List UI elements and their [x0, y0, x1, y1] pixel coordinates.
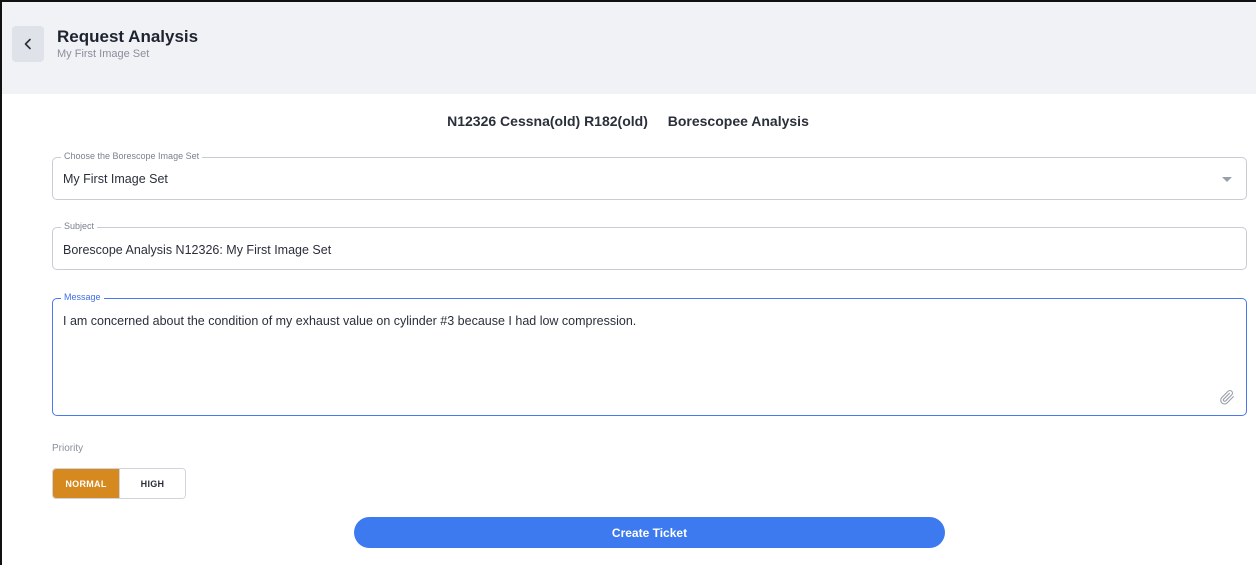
paperclip-icon[interactable]: [1218, 388, 1236, 406]
message-field[interactable]: Message I am concerned about the conditi…: [52, 292, 1247, 416]
subject-label: Subject: [61, 221, 98, 231]
page-header: Request Analysis My First Image Set: [2, 2, 1256, 94]
page-subtitle: My First Image Set: [57, 48, 150, 60]
aircraft-name: N12326 Cessna(old) R182(old): [447, 113, 648, 129]
message-label: Message: [61, 292, 104, 302]
chevron-left-icon: [24, 38, 31, 50]
priority-normal-button[interactable]: NORMAL: [53, 469, 119, 498]
aircraft-heading: N12326 Cessna(old) R182(old) Borescopee …: [0, 113, 1256, 129]
priority-label: Priority: [52, 443, 84, 454]
priority-toggle: NORMAL HIGH: [52, 468, 186, 499]
image-set-value: My First Image Set: [63, 172, 168, 186]
subject-value[interactable]: Borescope Analysis N12326: My First Imag…: [63, 243, 331, 257]
back-button[interactable]: [12, 26, 44, 62]
caret-down-icon[interactable]: [1222, 177, 1232, 182]
create-ticket-button[interactable]: Create Ticket: [354, 517, 945, 548]
image-set-label: Choose the Borescope Image Set: [61, 151, 203, 161]
image-set-select[interactable]: Choose the Borescope Image Set My First …: [52, 151, 1247, 200]
analysis-type: Borescopee Analysis: [667, 113, 809, 129]
priority-high-button[interactable]: HIGH: [119, 469, 185, 498]
message-value[interactable]: I am concerned about the condition of my…: [63, 314, 636, 328]
page-title: Request Analysis: [57, 27, 199, 46]
subject-field[interactable]: Subject Borescope Analysis N12326: My Fi…: [52, 221, 1247, 270]
